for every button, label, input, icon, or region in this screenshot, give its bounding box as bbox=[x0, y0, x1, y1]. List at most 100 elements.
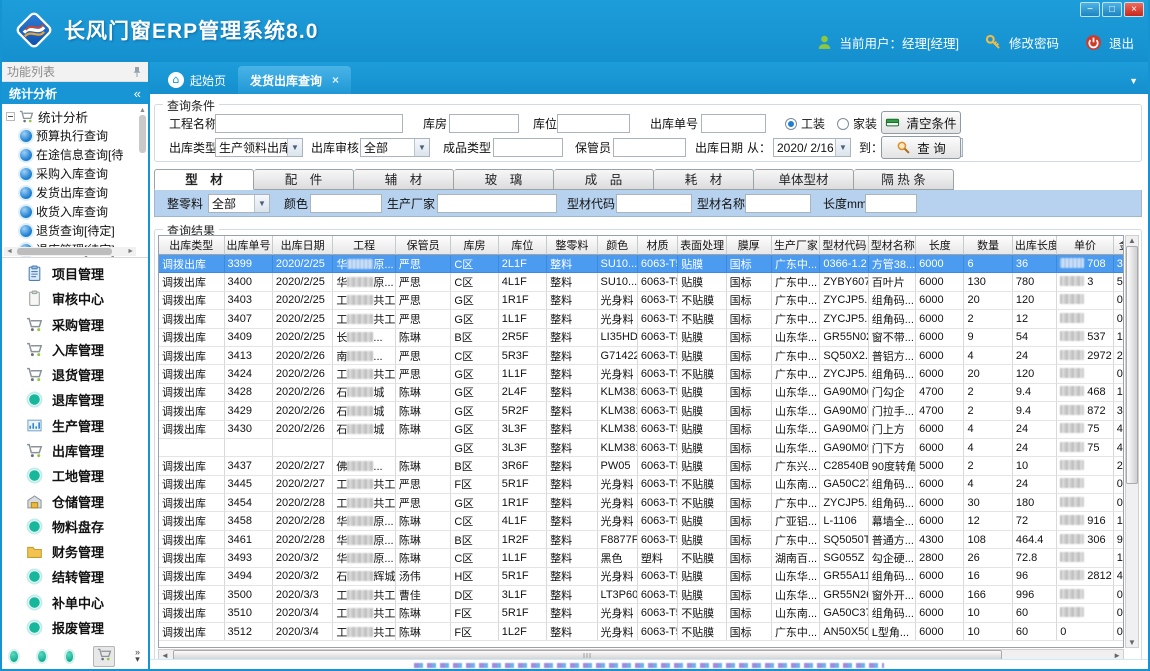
scrollbar-thumb[interactable] bbox=[1126, 246, 1138, 484]
column-header[interactable]: 出库单号 bbox=[225, 236, 273, 255]
tab-shipment-query[interactable]: 发货出库查询 × bbox=[238, 66, 351, 94]
keeper-input[interactable] bbox=[613, 138, 686, 157]
material-tab-1[interactable]: 型 材 bbox=[154, 169, 254, 190]
column-header[interactable]: 金 bbox=[1114, 236, 1124, 255]
sidebar-item-物料盘存[interactable]: 物料盘存 bbox=[2, 514, 148, 539]
location-input[interactable] bbox=[557, 114, 630, 133]
section-header-stats[interactable]: 统计分析 « bbox=[2, 82, 148, 104]
material-tab-3[interactable]: 辅 材 bbox=[354, 169, 454, 190]
sidebar-item-退货管理[interactable]: 退货管理 bbox=[2, 362, 148, 387]
column-header[interactable]: 长度 bbox=[916, 236, 964, 255]
tree-expander-icon[interactable] bbox=[6, 112, 15, 121]
table-row[interactable]: 调拨出库34132020/2/26南...严思C区5R3F整料G71422606… bbox=[159, 347, 1124, 365]
tree-item[interactable]: 收货入库查询 bbox=[6, 202, 136, 221]
module-dot-icon[interactable] bbox=[66, 651, 74, 662]
module-dot-icon[interactable] bbox=[10, 651, 18, 662]
cart-module-button[interactable] bbox=[93, 646, 115, 667]
tab-close-icon[interactable]: × bbox=[332, 73, 339, 87]
clear-conditions-button[interactable]: 清空条件 bbox=[881, 111, 961, 134]
column-header[interactable]: 库房 bbox=[451, 236, 498, 255]
column-header[interactable]: 库位 bbox=[499, 236, 547, 255]
collapse-icon[interactable]: « bbox=[134, 86, 141, 101]
table-row[interactable]: 调拨出库34292020/2/26石城陈琳G区5R2F整料KLM38176063… bbox=[159, 402, 1124, 420]
scroll-down-icon[interactable]: ▼ bbox=[1128, 638, 1136, 647]
column-header[interactable]: 型材名称 bbox=[869, 236, 916, 255]
search-button[interactable]: 查 询 bbox=[881, 136, 961, 159]
scrollbar-thumb[interactable] bbox=[139, 115, 146, 153]
profile-name-input[interactable] bbox=[745, 194, 811, 213]
color-input[interactable] bbox=[310, 194, 382, 213]
scroll-up-icon[interactable]: ▲ bbox=[1128, 236, 1136, 245]
table-row[interactable]: G区3L3F整料KLM38176063-T5贴膜国标山东华...GA90M09.… bbox=[159, 439, 1124, 457]
close-button[interactable]: × bbox=[1124, 2, 1144, 17]
sidebar-item-工地管理[interactable]: 工地管理 bbox=[2, 463, 148, 488]
tree-item[interactable]: 采购入库查询 bbox=[6, 164, 136, 183]
sidebar-item-出库管理[interactable]: 出库管理 bbox=[2, 438, 148, 463]
column-header[interactable]: 出库类型 bbox=[159, 236, 225, 255]
table-row[interactable]: 调拨出库34282020/2/26石城陈琳G区2L4F整料KLM38176063… bbox=[159, 384, 1124, 402]
scroll-right-icon[interactable]: ► bbox=[125, 248, 136, 255]
column-header[interactable]: 出库长度 bbox=[1013, 236, 1057, 255]
tree-item[interactable]: 退货查询[待定] bbox=[6, 221, 136, 240]
zhengliao-select[interactable]: 全部▼ bbox=[208, 194, 270, 213]
length-input[interactable] bbox=[865, 194, 917, 213]
out-type-select[interactable]: 生产领料出库▼ bbox=[215, 138, 303, 157]
tree-item[interactable]: 在途信息查询[待 bbox=[6, 145, 136, 164]
table-row[interactable]: 调拨出库34942020/3/2石辉城汤伟H区5R1F整料光身料6063-T5贴… bbox=[159, 568, 1124, 586]
tree-vertical-scrollbar[interactable]: ▲ bbox=[138, 107, 147, 245]
logout-link[interactable]: 退出 bbox=[1109, 33, 1134, 52]
table-row[interactable]: 调拨出库35122020/3/4工共工程陈琳F区1L2F整料光身料6063-T5… bbox=[159, 623, 1124, 641]
sidebar-item-报废管理[interactable]: 报废管理 bbox=[2, 615, 148, 640]
table-row[interactable]: 调拨出库34452020/2/27工共工程严思F区5R1F整料光身料6063-T… bbox=[159, 476, 1124, 494]
module-dot-icon[interactable] bbox=[38, 651, 46, 662]
tree-horizontal-scrollbar[interactable]: ◄ ► bbox=[4, 247, 136, 256]
table-row[interactable]: 调拨出库34032020/2/25工共工程严思G区1R1F整料光身料6063-T… bbox=[159, 292, 1124, 310]
table-row[interactable]: 调拨出库34582020/2/28华原...陈琳C区4L1F整料光身料6063-… bbox=[159, 512, 1124, 530]
column-header[interactable]: 出库日期 bbox=[273, 236, 333, 255]
column-header[interactable]: 单价 bbox=[1057, 236, 1113, 255]
profile-code-input[interactable] bbox=[616, 194, 692, 213]
audit-select[interactable]: 全部▼ bbox=[360, 138, 430, 157]
manufacturer-input[interactable] bbox=[437, 194, 557, 213]
date-from-select[interactable]: 2020/ 2/16▼ bbox=[773, 138, 851, 157]
column-header[interactable]: 数量 bbox=[964, 236, 1012, 255]
table-row[interactable]: 调拨出库34302020/2/26石城陈琳G区3L3F整料KLM38176063… bbox=[159, 421, 1124, 439]
table-row[interactable]: 调拨出库34542020/2/28工共工程严思G区1R1F整料光身料6063-T… bbox=[159, 494, 1124, 512]
table-row[interactable]: 调拨出库34242020/2/26工共工程严思G区1L1F整料光身料6063-T… bbox=[159, 365, 1124, 383]
sidebar-item-生产管理[interactable]: 生产管理 bbox=[2, 413, 148, 438]
sidebar-item-入库管理[interactable]: 入库管理 bbox=[2, 337, 148, 362]
table-row[interactable]: 调拨出库34612020/2/28华原...陈琳B区1R2F整料F8877FT6… bbox=[159, 531, 1124, 549]
sidebar-item-补单中心[interactable]: 补单中心 bbox=[2, 589, 148, 614]
table-row[interactable]: 调拨出库34002020/2/25华原...严思C区4L1F整料SU10...6… bbox=[159, 273, 1124, 291]
sidebar-item-财务管理[interactable]: 财务管理 bbox=[2, 539, 148, 564]
results-vertical-scrollbar[interactable]: ▲ ▼ bbox=[1125, 235, 1139, 648]
material-tab-7[interactable]: 单体型材 bbox=[754, 169, 854, 190]
sidebar-item-项目管理[interactable]: 项目管理 bbox=[2, 261, 148, 286]
pin-icon[interactable] bbox=[131, 66, 143, 78]
column-header[interactable]: 工程 bbox=[333, 236, 396, 255]
column-header[interactable]: 膜厚 bbox=[727, 236, 772, 255]
material-tab-5[interactable]: 成 品 bbox=[554, 169, 654, 190]
column-header[interactable]: 生产厂家 bbox=[772, 236, 820, 255]
sidebar-item-退库管理[interactable]: 退库管理 bbox=[2, 387, 148, 412]
warehouse-input[interactable] bbox=[449, 114, 519, 133]
scrollbar-thumb[interactable] bbox=[17, 248, 112, 255]
change-password-link[interactable]: 修改密码 bbox=[1009, 33, 1059, 52]
table-row[interactable]: 调拨出库34092020/2/25长...陈琳B区2R5F整料LI35HD606… bbox=[159, 329, 1124, 347]
table-row[interactable]: 调拨出库34072020/2/25工共工程严思G区1L1F整料光身料6063-T… bbox=[159, 310, 1124, 328]
tree-item[interactable]: 预算执行查询 bbox=[6, 126, 136, 145]
column-header[interactable]: 颜色 bbox=[598, 236, 638, 255]
column-header[interactable]: 型材代码 bbox=[820, 236, 868, 255]
material-tab-8[interactable]: 隔 热 条 bbox=[854, 169, 954, 190]
table-row[interactable]: 调拨出库33992020/2/25华原...严思C区2L1F整料SU10...6… bbox=[159, 255, 1124, 273]
project-name-input[interactable] bbox=[215, 114, 403, 133]
maximize-button[interactable]: □ bbox=[1102, 2, 1122, 17]
column-header[interactable]: 保管员 bbox=[396, 236, 451, 255]
material-tab-2[interactable]: 配 件 bbox=[254, 169, 354, 190]
scroll-left-icon[interactable]: ◄ bbox=[4, 248, 15, 255]
column-header[interactable]: 表面处理 bbox=[678, 236, 726, 255]
more-modules-button[interactable]: » ▾ bbox=[135, 649, 140, 663]
sidebar-item-仓储管理[interactable]: 仓储管理 bbox=[2, 488, 148, 513]
radio-jiazhuang[interactable]: 家装 bbox=[837, 114, 877, 133]
tab-list-dropdown-icon[interactable]: ▼ bbox=[1129, 76, 1138, 86]
